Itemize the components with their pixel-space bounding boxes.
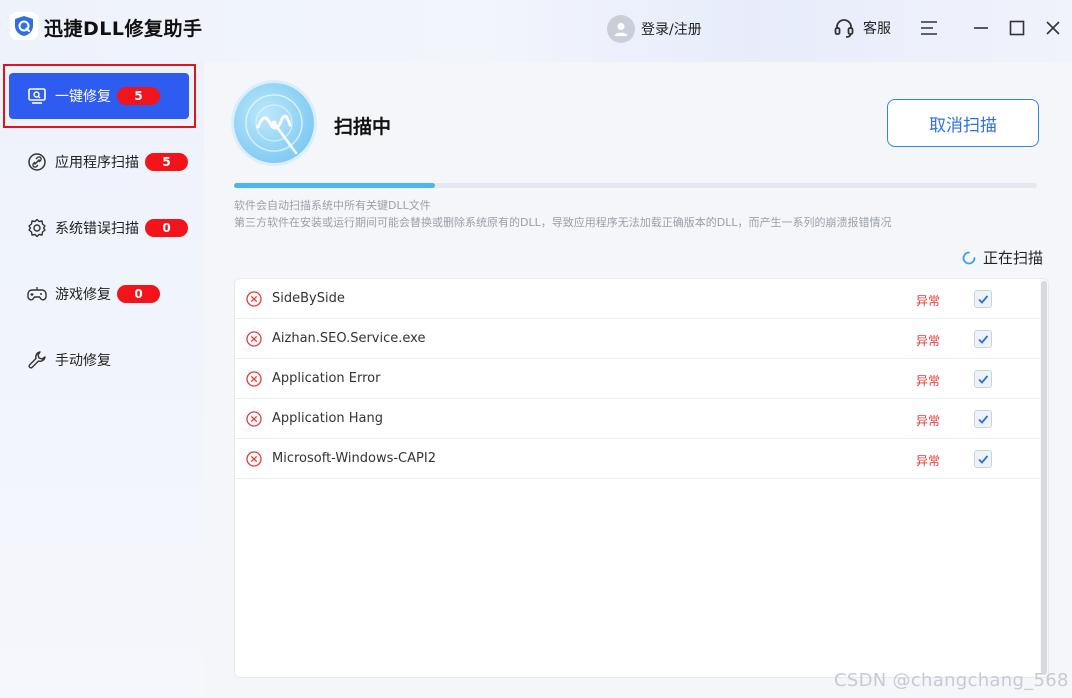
sidebar-item-manual-repair[interactable]: 手动修复: [9, 337, 189, 383]
result-name: SideBySide: [272, 291, 345, 306]
results-scrollbar[interactable]: [1040, 279, 1048, 677]
login-register-label: 登录/注册: [641, 22, 702, 38]
result-checkbox[interactable]: [974, 370, 992, 388]
link-icon: [27, 152, 47, 172]
customer-service-button[interactable]: 客服: [833, 17, 891, 39]
result-status: 异常: [916, 454, 941, 468]
gamepad-icon: [27, 284, 47, 304]
checkmark-icon: [978, 295, 989, 304]
checkmark-icon: [978, 455, 989, 464]
count-badge: 5: [145, 153, 188, 171]
sidebar-item-label: 手动修复: [55, 353, 111, 369]
result-status: 异常: [916, 294, 941, 308]
scanning-status: 正在扫描: [962, 247, 1043, 268]
result-name: Aizhan.SEO.Service.exe: [272, 331, 426, 346]
sidebar-item-label: 游戏修复: [55, 287, 111, 303]
title-bar: 迅捷DLL修复助手 登录/注册 客服: [0, 0, 1072, 62]
list-item: Microsoft-Windows-CAPI2 异常: [235, 439, 1041, 479]
avatar-icon: [607, 15, 635, 43]
sidebar-item-label: 应用程序扫描: [55, 155, 139, 171]
menu-button[interactable]: [918, 17, 940, 39]
login-register-button[interactable]: 登录/注册: [607, 15, 702, 43]
scrollbar-thumb[interactable]: [1041, 281, 1047, 675]
monitor-search-icon: [27, 86, 47, 106]
close-button[interactable]: [1042, 17, 1064, 39]
sidebar-item-app-scan[interactable]: 应用程序扫描 5: [9, 139, 189, 185]
result-name: Microsoft-Windows-CAPI2: [272, 451, 436, 466]
loading-spinner-icon: [962, 251, 976, 264]
scan-results-list: SideBySide 异常 Aizhan.SEO.Service.exe 异常 …: [234, 278, 1049, 678]
minimize-icon: [974, 27, 988, 29]
list-item: SideBySide 异常: [235, 279, 1041, 319]
cancel-scan-button[interactable]: 取消扫描: [887, 99, 1039, 147]
result-checkbox[interactable]: [974, 290, 992, 308]
customer-service-label: 客服: [863, 21, 891, 37]
scan-title: 扫描中: [334, 116, 392, 138]
error-circle-icon: [246, 451, 262, 467]
sidebar-item-game-repair[interactable]: 游戏修复 0: [9, 271, 189, 317]
scan-description-line1: 软件会自动扫描系统中所有关键DLL文件: [234, 199, 431, 212]
result-status: 异常: [916, 374, 941, 388]
maximize-button[interactable]: [1006, 17, 1028, 39]
main-panel: 扫描中 取消扫描 软件会自动扫描系统中所有关键DLL文件 第三方软件在安装或运行…: [204, 62, 1072, 698]
scan-radar-icon: [234, 83, 314, 163]
maximize-icon: [1009, 20, 1025, 36]
sidebar-item-label: 系统错误扫描: [55, 221, 139, 237]
checkmark-icon: [978, 335, 989, 344]
count-badge: 0: [145, 219, 188, 237]
result-name: Application Hang: [272, 411, 384, 426]
scan-progress-bar: [234, 183, 1037, 188]
result-status: 异常: [916, 334, 941, 348]
result-name: Application Error: [272, 371, 381, 386]
scan-description-line2: 第三方软件在安装或运行期间可能会替换或删除系统原有的DLL，导致应用程序无法加载…: [234, 216, 892, 229]
minimize-button[interactable]: [970, 17, 992, 39]
scanning-status-label: 正在扫描: [983, 249, 1044, 267]
watermark: CSDN @changchang_568: [834, 670, 1069, 691]
error-circle-icon: [246, 291, 262, 307]
headset-icon: [834, 19, 854, 38]
close-icon: [1046, 21, 1060, 35]
result-status: 异常: [916, 414, 941, 428]
sidebar-item-label: 一键修复: [55, 89, 111, 105]
checkmark-icon: [978, 415, 989, 424]
menu-icon: [921, 21, 937, 35]
list-item: Aizhan.SEO.Service.exe 异常: [235, 319, 1041, 359]
error-circle-icon: [246, 371, 262, 387]
sidebar-item-one-click-repair[interactable]: 一键修复 5: [9, 73, 189, 119]
checkmark-icon: [978, 375, 989, 384]
wrench-icon: [27, 350, 47, 370]
app-logo-icon: [10, 12, 38, 40]
sidebar-item-system-error-scan[interactable]: 系统错误扫描 0: [9, 205, 189, 251]
list-item: Application Error 异常: [235, 359, 1041, 399]
scan-progress-fill: [234, 183, 435, 188]
count-badge: 5: [117, 87, 160, 105]
gear-icon: [27, 218, 47, 238]
error-circle-icon: [246, 411, 262, 427]
result-checkbox[interactable]: [974, 450, 992, 468]
list-item: Application Hang 异常: [235, 399, 1041, 439]
app-title: 迅捷DLL修复助手: [44, 18, 203, 40]
error-circle-icon: [246, 331, 262, 347]
result-checkbox[interactable]: [974, 410, 992, 428]
result-checkbox[interactable]: [974, 330, 992, 348]
count-badge: 0: [117, 285, 160, 303]
